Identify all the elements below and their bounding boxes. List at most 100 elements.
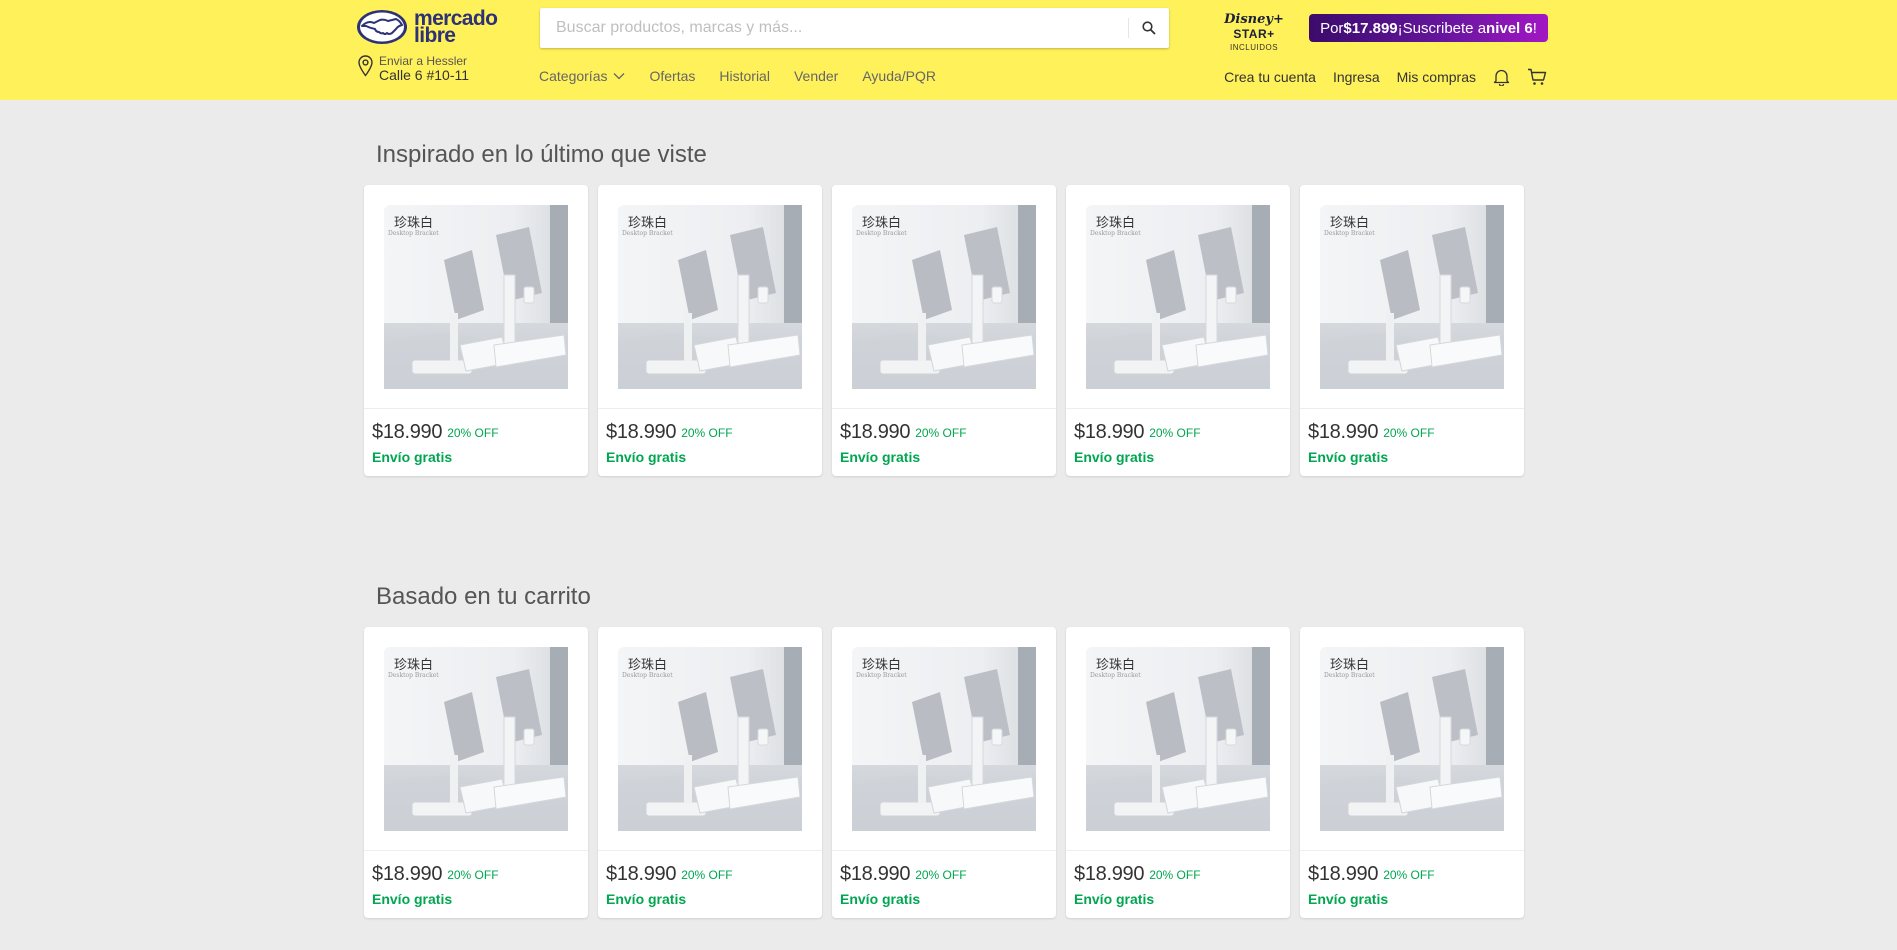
phone-stand-image: 珍珠白 Desktop Bracket [852, 204, 1036, 389]
product-image-frame: 珍珠白 Desktop Bracket [1300, 185, 1524, 409]
section-title: Basado en tu carrito [376, 583, 591, 610]
disney-star-brand: Disney+ STAR+ [1208, 12, 1300, 42]
product-card[interactable]: 珍珠白 Desktop Bracket $18.990 20% OFF Enví… [598, 185, 822, 476]
product-image-frame: 珍珠白 Desktop Bracket [1066, 185, 1290, 409]
product-price: $18.990 [840, 863, 911, 885]
promo-price: $17.899 [1343, 19, 1398, 37]
product-image-subcaption: Desktop Bracket [1324, 230, 1375, 237]
product-info: $18.990 20% OFF Envío gratis [1300, 851, 1524, 907]
product-card[interactable]: 珍珠白 Desktop Bracket $18.990 20% OFF Enví… [598, 627, 822, 918]
product-price: $18.990 [606, 421, 677, 443]
product-info: $18.990 20% OFF Envío gratis [832, 851, 1056, 907]
nav-ofertas[interactable]: Ofertas [649, 68, 695, 84]
product-discount: 20% OFF [915, 867, 967, 882]
product-info: $18.990 20% OFF Envío gratis [1066, 851, 1290, 907]
price-row: $18.990 20% OFF [1074, 863, 1282, 886]
free-shipping-label: Envío gratis [606, 449, 687, 465]
product-discount: 20% OFF [1383, 425, 1435, 440]
phone-stand-image: 珍珠白 Desktop Bracket [852, 646, 1036, 831]
bell-icon [1493, 69, 1510, 86]
product-image-caption: 珍珠白 [1330, 215, 1369, 231]
cart-button[interactable] [1527, 68, 1547, 86]
promo-level: nivel 6 [1486, 19, 1533, 37]
free-shipping-label: Envío gratis [372, 891, 453, 907]
disney-star-badge[interactable]: Disney+ STAR+ INCLUIDOS [1208, 12, 1300, 52]
free-shipping-label: Envío gratis [1074, 891, 1155, 907]
product-image-frame: 珍珠白 Desktop Bracket [598, 627, 822, 851]
free-shipping-label: Envío gratis [840, 891, 921, 907]
product-discount: 20% OFF [1149, 867, 1201, 882]
free-shipping-label: Envío gratis [606, 891, 687, 907]
product-discount: 20% OFF [915, 425, 967, 440]
cart-icon [1528, 68, 1547, 85]
product-carousel: 珍珠白 Desktop Bracket $18.990 20% OFF Enví… [364, 185, 1524, 476]
login-link[interactable]: Ingresa [1333, 69, 1380, 85]
product-card[interactable]: 珍珠白 Desktop Bracket $18.990 20% OFF Enví… [1066, 627, 1290, 918]
product-image-caption: 珍珠白 [1096, 215, 1135, 231]
subscription-promo-banner[interactable]: Por $17.899 ¡Suscribete a nivel 6! [1309, 14, 1548, 42]
price-row: $18.990 20% OFF [372, 863, 580, 886]
phone-stand-image: 珍珠白 Desktop Bracket [384, 646, 568, 831]
disney-plus-label: Disney+ [1224, 12, 1284, 27]
create-account-link[interactable]: Crea tu cuenta [1224, 69, 1316, 85]
nav-categorias[interactable]: Categorías [539, 68, 625, 84]
product-card[interactable]: 珍珠白 Desktop Bracket $18.990 20% OFF Enví… [1300, 627, 1524, 918]
free-shipping-label: Envío gratis [840, 449, 921, 465]
user-nav: Crea tu cuenta Ingresa Mis compras [1224, 68, 1547, 86]
phone-stand-image: 珍珠白 Desktop Bracket [618, 204, 802, 389]
free-shipping-label: Envío gratis [1074, 449, 1155, 465]
product-image-caption: 珍珠白 [394, 657, 433, 673]
nav-historial[interactable]: Historial [719, 68, 770, 84]
search-input[interactable] [540, 8, 1129, 48]
product-card[interactable]: 珍珠白 Desktop Bracket $18.990 20% OFF Enví… [832, 627, 1056, 918]
product-image-frame: 珍珠白 Desktop Bracket [832, 185, 1056, 409]
product-discount: 20% OFF [1383, 867, 1435, 882]
product-image-caption: 珍珠白 [862, 657, 901, 673]
nav-ayuda[interactable]: Ayuda/PQR [862, 68, 936, 84]
product-card[interactable]: 珍珠白 Desktop Bracket $18.990 20% OFF Enví… [832, 185, 1056, 476]
phone-stand-image: 珍珠白 Desktop Bracket [1320, 646, 1504, 831]
phone-stand-image: 珍珠白 Desktop Bracket [1320, 204, 1504, 389]
nav-vender[interactable]: Vender [794, 68, 838, 84]
chevron-down-icon [614, 73, 625, 80]
product-image-frame: 珍珠白 Desktop Bracket [1066, 627, 1290, 851]
product-image-frame: 珍珠白 Desktop Bracket [832, 627, 1056, 851]
product-price: $18.990 [1308, 863, 1379, 885]
product-image-frame: 珍珠白 Desktop Bracket [598, 185, 822, 409]
free-shipping-label: Envío gratis [1308, 891, 1389, 907]
product-card[interactable]: 珍珠白 Desktop Bracket $18.990 20% OFF Enví… [364, 185, 588, 476]
product-card[interactable]: 珍珠白 Desktop Bracket $18.990 20% OFF Enví… [1066, 185, 1290, 476]
product-image-caption: 珍珠白 [628, 215, 667, 231]
product-price: $18.990 [1308, 421, 1379, 443]
price-row: $18.990 20% OFF [1308, 421, 1516, 444]
price-row: $18.990 20% OFF [606, 863, 814, 886]
disney-included-label: INCLUIDOS [1229, 43, 1279, 52]
product-image-subcaption: Desktop Bracket [388, 672, 439, 679]
main-nav: Categorías Ofertas Historial Vender Ayud… [539, 68, 936, 84]
shipping-location[interactable]: Enviar a Hessler Calle 6 #10-11 [358, 55, 469, 84]
notifications-button[interactable] [1493, 68, 1510, 86]
product-card[interactable]: 珍珠白 Desktop Bracket $18.990 20% OFF Enví… [364, 627, 588, 918]
mercadolibre-logo[interactable]: mercado libre [356, 8, 498, 46]
product-price: $18.990 [372, 863, 443, 885]
product-card[interactable]: 珍珠白 Desktop Bracket $18.990 20% OFF Enví… [1300, 185, 1524, 476]
price-row: $18.990 20% OFF [1074, 421, 1282, 444]
price-row: $18.990 20% OFF [840, 863, 1048, 886]
product-info: $18.990 20% OFF Envío gratis [598, 409, 822, 465]
product-price: $18.990 [1074, 863, 1145, 885]
recommendations-viewed-section: Inspirado en lo último que viste 珍珠白 Des… [364, 139, 1524, 476]
price-row: $18.990 20% OFF [606, 421, 814, 444]
product-info: $18.990 20% OFF Envío gratis [1066, 409, 1290, 465]
location-label: Enviar a Hessler [379, 54, 468, 68]
location-address: Calle 6 #10-11 [379, 67, 470, 83]
my-purchases-link[interactable]: Mis compras [1397, 69, 1476, 85]
promo-middle: ¡Suscribete a [1397, 19, 1487, 37]
product-image-subcaption: Desktop Bracket [1324, 672, 1375, 679]
product-price: $18.990 [606, 863, 677, 885]
price-row: $18.990 20% OFF [372, 421, 580, 444]
product-info: $18.990 20% OFF Envío gratis [832, 409, 1056, 465]
phone-stand-image: 珍珠白 Desktop Bracket [1086, 204, 1270, 389]
search-button[interactable] [1129, 8, 1169, 48]
star-plus-label: STAR+ [1233, 27, 1275, 41]
product-price: $18.990 [372, 421, 443, 443]
